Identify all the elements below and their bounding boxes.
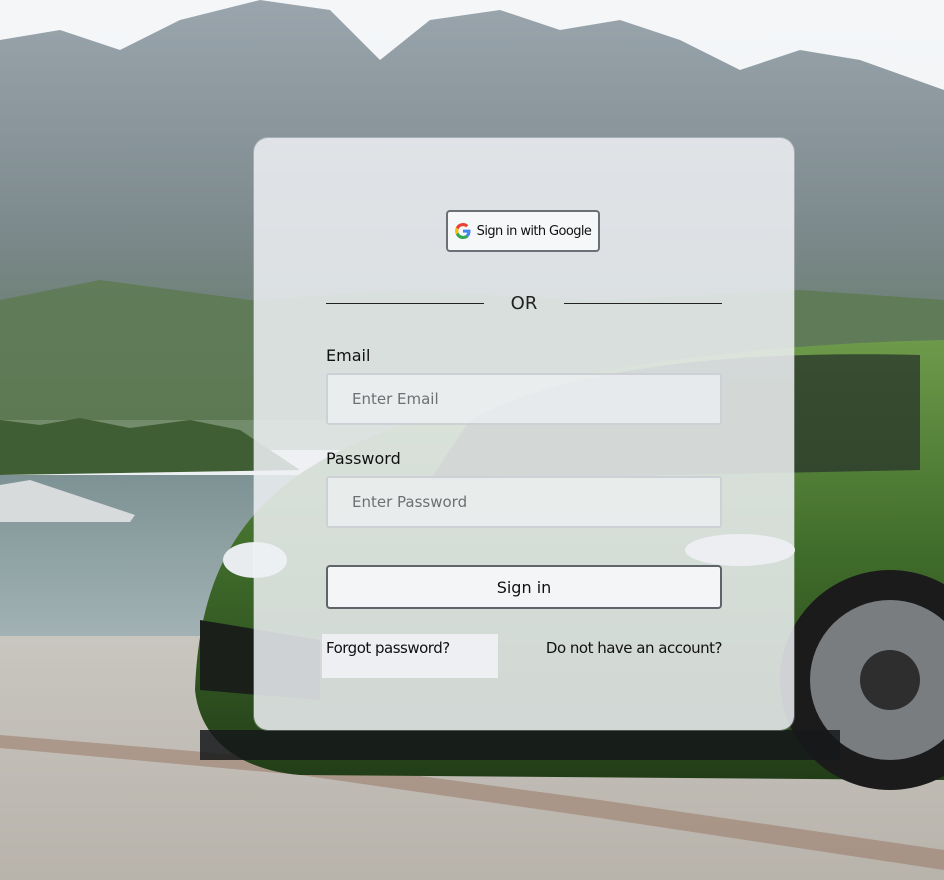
google-icon	[454, 223, 471, 239]
email-field[interactable]	[326, 373, 722, 425]
password-field[interactable]	[326, 476, 722, 528]
google-signin-button[interactable]: Sign in with Google	[446, 210, 600, 252]
or-divider: OR	[326, 290, 722, 320]
login-card: Sign in with Google OR Email Password Si…	[254, 138, 794, 730]
signup-link[interactable]: Do not have an account?	[546, 639, 723, 657]
google-signin-label: Sign in with Google	[476, 223, 592, 239]
divider-line-right	[564, 303, 722, 304]
forgot-password-link[interactable]: Forgot password?	[326, 639, 450, 657]
password-label: Password	[326, 449, 401, 468]
sign-in-button[interactable]: Sign in	[326, 565, 722, 609]
email-label: Email	[326, 346, 371, 365]
